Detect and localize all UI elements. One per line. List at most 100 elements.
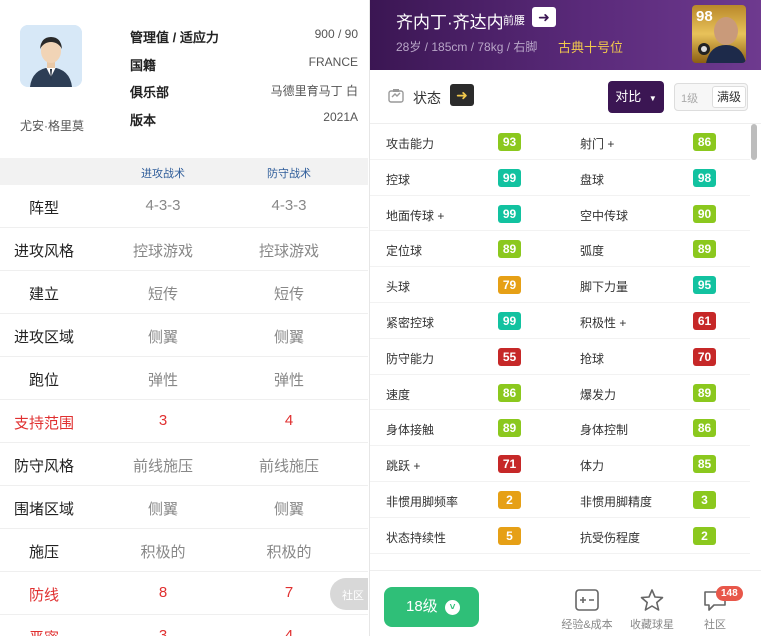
stats-list: 攻击能力 93 射门 + 86 控球 99 盘球 98 地面传球 + 99 空中传球 90 定位球 89 弧… [370, 124, 750, 554]
stat-name: 脚下力量 [580, 280, 629, 295]
status-bar: 状态 ➜ 对比 ▼ 1级 满级 [370, 70, 761, 124]
tactics-row: 进攻区域 侧翼 侧翼 [0, 314, 368, 357]
nav-exp-cost[interactable]: 经验&成本 [556, 585, 618, 633]
stat-row: 防守能力 55 抢球 70 [370, 339, 750, 375]
tactic-label: 阵型 [28, 200, 59, 217]
tactics-table: 阵型 4-3-3 4-3-3 进攻风格 控球游戏 控球游戏 建立 短传 短传 进攻区域 侧翼 侧翼 跑位… [0, 185, 368, 636]
stat-value-badge: 86 [693, 419, 716, 438]
level-toggle[interactable]: 1级 满级 [674, 83, 748, 111]
player-card[interactable]: 98 [692, 5, 746, 63]
stat-value-badge: 99 [498, 168, 521, 187]
tactics-row: 防守风格 前线施压 前线施压 [0, 443, 368, 486]
info-value: 900 / 90 [314, 27, 358, 41]
attack-value: 3 [158, 627, 168, 636]
stat-name: 跳跃 + [386, 459, 421, 474]
stat-name: 头球 [386, 280, 411, 295]
tactics-row: 建立 短传 短传 [0, 271, 368, 314]
tactic-label: 进攻风格 [13, 243, 74, 260]
player-panel: 齐内丁·齐达内 前腰 ➜ 28岁 / 185cm / 78kg / 右脚 古典十… [369, 0, 761, 636]
player-play-style[interactable]: 古典十号位 [558, 37, 623, 56]
tactic-label: 建立 [28, 286, 59, 303]
player-position: 前腰 [503, 15, 525, 27]
stat-value-badge: 61 [693, 311, 716, 330]
stat-row: 控球 99 盘球 98 [370, 160, 750, 196]
player-name: 齐内丁·齐达内 [396, 13, 504, 32]
stat-name: 抢球 [580, 351, 605, 366]
stat-name: 空中传球 [580, 208, 629, 223]
stat-name: 地面传球 + [386, 208, 445, 223]
condition-icon [388, 88, 404, 104]
plus-minus-icon [574, 588, 600, 612]
compare-button[interactable]: 对比 ▼ [608, 81, 664, 113]
stat-row: 状态持续性 5 抗受伤程度 2 [370, 518, 750, 554]
stat-value-badge: 71 [498, 455, 521, 474]
player-header: 齐内丁·齐达内 前腰 ➜ 28岁 / 185cm / 78kg / 右脚 古典十… [370, 0, 761, 70]
stat-name: 体力 [580, 459, 605, 474]
stat-value-badge: 3 [693, 490, 716, 509]
compare-label: 对比 [615, 89, 642, 104]
stat-value-badge: 5 [498, 526, 521, 545]
stat-value-badge: 89 [693, 383, 716, 402]
attack-value: 前线施压 [132, 458, 193, 475]
stat-name: 非惯用脚精度 [580, 494, 653, 509]
nav-label: 经验&成本 [561, 619, 613, 631]
level-button-label: 18级 [406, 598, 438, 615]
defense-value: 控球游戏 [258, 243, 319, 260]
tactics-row: 阵型 4-3-3 4-3-3 [0, 185, 368, 228]
tactic-label: 防线 [28, 587, 59, 604]
tactic-label: 施压 [28, 544, 59, 561]
manager-avatar[interactable] [20, 25, 82, 87]
attack-value: 弹性 [147, 372, 178, 389]
notification-badge: 148 [716, 586, 743, 601]
attack-value: 短传 [147, 286, 178, 303]
tactic-label: 支持范围 [13, 415, 74, 432]
attack-value: 3 [158, 412, 168, 429]
info-key: 管理值 / 适应力 [130, 30, 219, 45]
tactics-row: 施压 积极的 积极的 [0, 529, 368, 572]
manager-card: 尤安·格里莫 管理值 / 适应力 900 / 90 国籍 FRANCE 俱乐部 … [0, 0, 368, 158]
tactic-label: 严密 [0, 627, 94, 636]
stat-name: 控球 [386, 172, 411, 187]
stat-value-badge: 86 [498, 383, 521, 402]
defense-value: 侧翼 [273, 329, 304, 346]
attack-tactics-header: 进攻战术 [141, 168, 185, 180]
tactics-row: 支持范围 3 4 [0, 400, 368, 443]
stat-name: 弧度 [580, 244, 605, 259]
arrow-right-icon[interactable]: ➜ [532, 7, 556, 27]
defense-value: 侧翼 [273, 501, 304, 518]
tactic-label: 围堵区域 [13, 501, 74, 518]
stat-row: 头球 79 脚下力量 95 [370, 267, 750, 303]
stat-row: 身体接触 89 身体控制 86 [370, 410, 750, 447]
tactics-row: 围堵区域 侧翼 侧翼 [0, 486, 368, 529]
info-key: 国籍 [130, 58, 157, 73]
tactics-row: 严密 3 4 [0, 615, 368, 636]
stat-name: 状态持续性 [386, 530, 447, 545]
stat-name: 盘球 [580, 172, 605, 187]
info-key: 俱乐部 [130, 85, 170, 100]
info-row-nationality: 国籍 FRANCE [130, 55, 358, 75]
tactic-label: 进攻区域 [13, 329, 74, 346]
stat-row: 紧密控球 99 积极性 + 61 [370, 303, 750, 339]
defense-value: 前线施压 [258, 458, 319, 475]
nav-favorites[interactable]: 收藏球星 [621, 585, 683, 633]
info-value: 马德里育马丁 白 [270, 84, 358, 98]
scrollbar[interactable] [751, 124, 757, 160]
stat-value-badge: 99 [498, 311, 521, 330]
arrow-right-icon[interactable]: ➜ [450, 84, 474, 106]
stat-value-badge: 89 [498, 240, 521, 259]
attack-value: 控球游戏 [132, 243, 193, 260]
attack-value: 积极的 [140, 544, 186, 561]
community-fab[interactable]: 社区 [330, 578, 368, 610]
stat-name: 抗受伤程度 [580, 530, 641, 545]
level-min-option[interactable]: 1级 [681, 90, 698, 106]
manager-name: 尤安·格里莫 [20, 119, 84, 133]
stat-name: 攻击能力 [386, 137, 435, 151]
defense-tactics-header: 防守战术 [267, 168, 311, 180]
defense-value: 短传 [273, 286, 304, 303]
stat-row: 定位球 89 弧度 89 [370, 231, 750, 268]
info-value: 2021A [323, 110, 358, 124]
level-max-option[interactable]: 满级 [712, 86, 746, 108]
status-label: 状态 [413, 90, 441, 106]
star-icon [639, 588, 665, 612]
level-button[interactable]: 18级 ˅ [384, 587, 479, 627]
